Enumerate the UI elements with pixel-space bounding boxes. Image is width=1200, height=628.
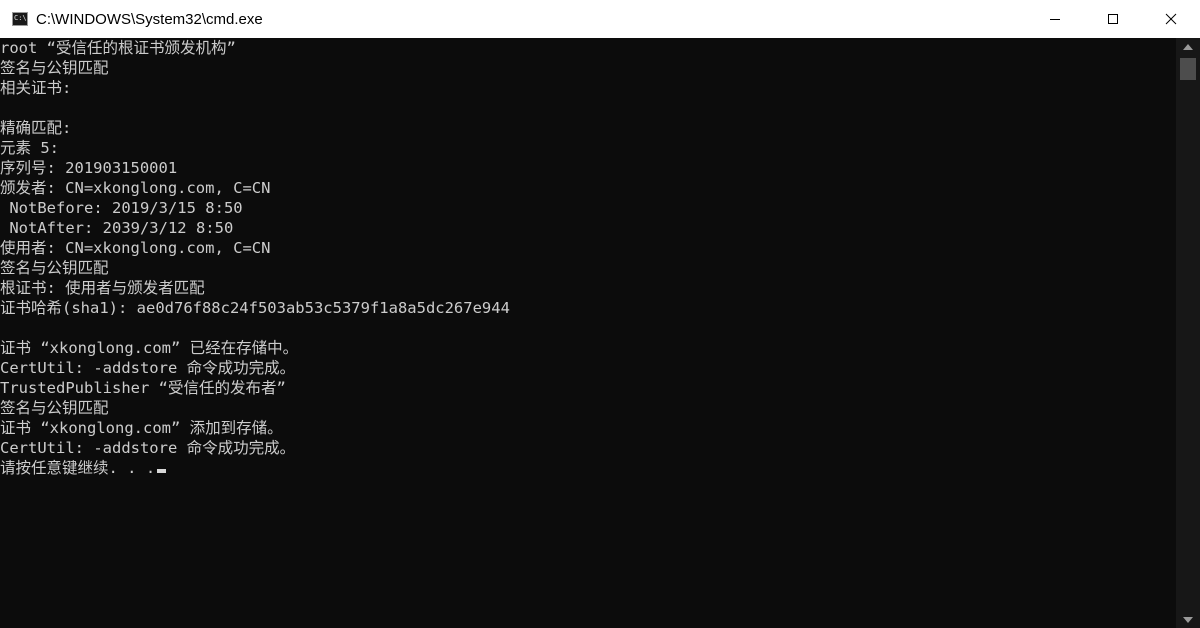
scroll-down-button[interactable] bbox=[1176, 611, 1200, 628]
maximize-icon bbox=[1108, 14, 1118, 24]
cmd-window: C:\ C:\WINDOWS\System32\cmd.exe root “受信… bbox=[0, 0, 1200, 628]
console-line: 证书哈希(sha1): ae0d76f88c24f503ab53c5379f1a… bbox=[0, 299, 510, 317]
console-line: TrustedPublisher “受信任的发布者” bbox=[0, 379, 286, 397]
console-line: 签名与公钥匹配 bbox=[0, 399, 109, 417]
minimize-button[interactable] bbox=[1026, 0, 1084, 38]
scroll-up-arrow-icon bbox=[1183, 43, 1193, 50]
console-line: 证书 “xkonglong.com” 已经在存储中。 bbox=[0, 339, 299, 357]
window-title: C:\WINDOWS\System32\cmd.exe bbox=[36, 10, 263, 28]
title-bar[interactable]: C:\ C:\WINDOWS\System32\cmd.exe bbox=[0, 0, 1200, 38]
console-line: 签名与公钥匹配 bbox=[0, 259, 109, 277]
console-line: 精确匹配: bbox=[0, 119, 72, 137]
console-line: 颁发者: CN=xkonglong.com, C=CN bbox=[0, 179, 271, 197]
console-line: 序列号: 201903150001 bbox=[0, 159, 178, 177]
console-line: CertUtil: -addstore 命令成功完成。 bbox=[0, 359, 296, 377]
console-line: NotBefore: 2019/3/15 8:50 bbox=[0, 199, 243, 217]
console-line: 使用者: CN=xkonglong.com, C=CN bbox=[0, 239, 271, 257]
cmd-icon[interactable]: C:\ bbox=[12, 12, 28, 26]
console-line: root “受信任的根证书颁发机构” bbox=[0, 39, 236, 57]
close-icon bbox=[1165, 13, 1177, 25]
minimize-icon bbox=[1050, 19, 1060, 20]
vertical-scrollbar[interactable] bbox=[1176, 38, 1200, 628]
console-line: 证书 “xkonglong.com” 添加到存储。 bbox=[0, 419, 283, 437]
console-prompt-text: 请按任意键继续. . . bbox=[0, 459, 156, 477]
window-controls bbox=[1026, 0, 1200, 38]
console-line: 相关证书: bbox=[0, 79, 72, 97]
cmd-icon-prompt: C:\ bbox=[14, 14, 27, 22]
text-cursor bbox=[157, 469, 167, 473]
console-prompt-line: 请按任意键继续. . . bbox=[0, 458, 167, 478]
scrollbar-thumb[interactable] bbox=[1180, 58, 1196, 80]
console-line: 签名与公钥匹配 bbox=[0, 59, 109, 77]
maximize-button[interactable] bbox=[1084, 0, 1142, 38]
console-line: 根证书: 使用者与颁发者匹配 bbox=[0, 279, 205, 297]
close-button[interactable] bbox=[1142, 0, 1200, 38]
scroll-up-button[interactable] bbox=[1176, 38, 1200, 55]
console-line: CertUtil: -addstore 命令成功完成。 bbox=[0, 439, 296, 457]
scroll-down-arrow-icon bbox=[1183, 616, 1193, 623]
console-line: NotAfter: 2039/3/12 8:50 bbox=[0, 219, 234, 237]
console-line: 元素 5: bbox=[0, 139, 59, 157]
console-output[interactable]: root “受信任的根证书颁发机构” 签名与公钥匹配 相关证书: 精确匹配: 元… bbox=[0, 38, 1176, 628]
